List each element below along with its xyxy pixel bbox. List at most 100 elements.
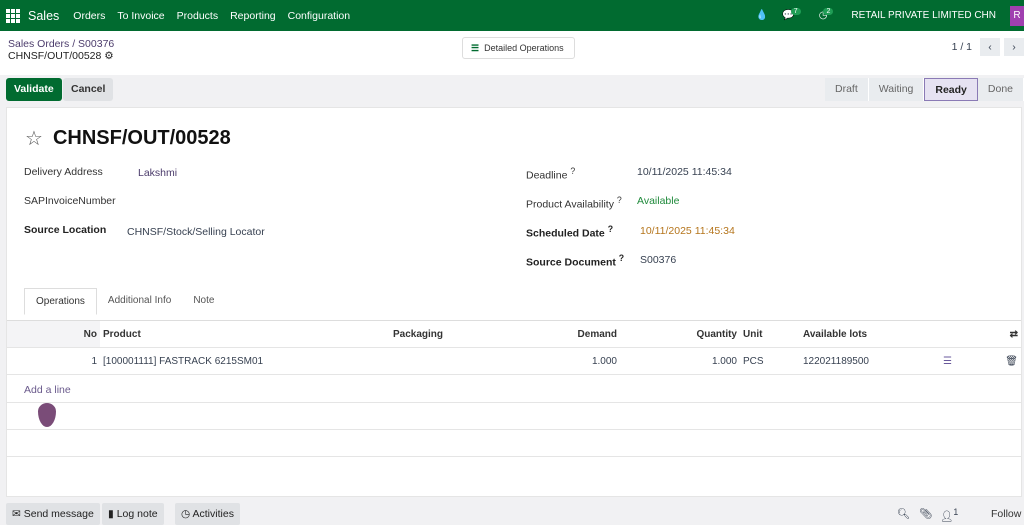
log-note-label: Log note (116, 508, 158, 520)
deadline-field[interactable]: 10/11/2025 11:45:34 (637, 166, 732, 178)
help-icon[interactable]: ? (570, 166, 575, 176)
star-icon[interactable]: ☆ (25, 126, 43, 151)
pager-next[interactable]: › (1004, 38, 1024, 56)
drop-cursor-icon (38, 403, 56, 427)
col-packaging[interactable]: Packaging (390, 320, 540, 348)
tab-note[interactable]: Note (182, 288, 225, 315)
cancel-button[interactable]: Cancel (63, 78, 114, 101)
form-sheet: ☆ CHNSF/OUT/00528 Delivery Address Lakshm… (6, 107, 1022, 497)
form-title: ☆ CHNSF/OUT/00528 (25, 126, 231, 151)
cell-lots: 122021189500 (800, 347, 940, 375)
search-icon[interactable]: 🔍︎ (897, 507, 910, 520)
cell-packaging[interactable] (390, 347, 540, 375)
col-no[interactable]: No (7, 320, 100, 348)
cell-product[interactable]: [100001111] FASTRACK 6215SM01 (100, 347, 390, 375)
clock-icon: ◷ (181, 508, 191, 520)
user-avatar[interactable]: R (1010, 5, 1024, 26)
availability-label: Product Availability ? (526, 195, 622, 211)
table-divider (7, 402, 1021, 403)
record-title: CHNSF/OUT/00528 (8, 50, 102, 62)
source-doc-label-text: Source Document (526, 256, 616, 269)
company-switcher[interactable]: RETAIL PRIVATE LIMITED CHN (851, 10, 996, 21)
table-divider (7, 429, 1021, 430)
pager: 1 / 1 ‹ › (952, 38, 1024, 56)
notebook-tabs: Operations Additional Info Note (24, 288, 225, 315)
validate-button[interactable]: Validate (6, 78, 62, 101)
source-document-field[interactable]: S00376 (640, 254, 676, 266)
operations-table: No Product Packaging Demand Quantity Uni… (7, 320, 1021, 375)
delivery-address-label: Delivery Address (24, 166, 103, 178)
breadcrumb-sales-orders[interactable]: Sales Orders (8, 38, 69, 50)
status-done[interactable]: Done (978, 78, 1024, 101)
menu-to-invoice[interactable]: To Invoice (117, 10, 164, 22)
availability-field: Available (637, 195, 680, 207)
details-list-icon[interactable]: ☰ (940, 347, 970, 375)
scheduled-date-label: Scheduled Date ? (526, 224, 613, 240)
status-ready[interactable]: Ready (924, 78, 978, 101)
breadcrumb-order[interactable]: S00376 (78, 38, 114, 50)
scheduled-label-text: Scheduled Date (526, 227, 605, 240)
followers-count: 1 (953, 507, 959, 517)
pager-prev[interactable]: ‹ (980, 38, 1000, 56)
menu-reporting[interactable]: Reporting (230, 10, 276, 22)
cell-quantity[interactable]: 1.000 (620, 347, 740, 375)
gear-icon[interactable]: ⚙ (104, 50, 113, 62)
menu-products[interactable]: Products (177, 10, 218, 22)
trash-icon[interactable]: 🗑 (970, 347, 1021, 375)
cell-no: 1 (7, 347, 100, 375)
send-message-button[interactable]: ✉ Send message (6, 503, 100, 525)
optional-columns-icon[interactable]: ⇄ (970, 320, 1021, 348)
help-icon[interactable]: ? (617, 195, 622, 205)
messages-badge: 7 (790, 8, 801, 15)
col-available-lots[interactable]: Available lots (800, 320, 940, 348)
deadline-label: Deadline ? (526, 166, 575, 182)
picking-name: CHNSF/OUT/00528 (52, 127, 231, 149)
tab-operations[interactable]: Operations (24, 288, 97, 315)
navbar: Sales Orders To Invoice Products Reporti… (0, 0, 1024, 31)
paperclip-icon[interactable]: 📎︎ (919, 507, 932, 520)
help-icon[interactable]: ? (608, 224, 613, 234)
activities-icon[interactable]: ◷2 (819, 8, 838, 21)
col-quantity[interactable]: Quantity (620, 320, 740, 348)
col-unit[interactable]: Unit (740, 320, 800, 348)
messages-icon[interactable]: 💬7 (782, 8, 804, 21)
pager-value[interactable]: 1 / 1 (952, 41, 972, 53)
status-bar: Draft Waiting Ready Done (824, 78, 1024, 101)
activities-button[interactable]: ◷ Activities (175, 503, 240, 525)
breadcrumb-separator: / (72, 38, 76, 50)
col-product[interactable]: Product (100, 320, 390, 348)
help-icon[interactable]: ? (619, 253, 624, 263)
table-row[interactable]: 1 [100001111] FASTRACK 6215SM01 1.000 1.… (7, 347, 1021, 375)
scheduled-date-field[interactable]: 10/11/2025 11:45:34 (640, 225, 735, 237)
note-icon: ▮ (108, 508, 114, 520)
col-demand[interactable]: Demand (540, 320, 620, 348)
activities-label: Activities (192, 508, 234, 520)
status-draft[interactable]: Draft (825, 78, 869, 101)
detailed-operations-button[interactable]: ☰ Detailed Operations (462, 37, 575, 59)
table-header: No Product Packaging Demand Quantity Uni… (7, 320, 1021, 348)
sap-invoice-label: SAPInvoiceNumber (24, 195, 116, 207)
delivery-address-field[interactable]: Lakshmi (138, 167, 177, 179)
followers-icon[interactable]: 👤︎1 (940, 507, 958, 523)
menu-orders[interactable]: Orders (73, 10, 105, 22)
source-document-label: Source Document ? (526, 253, 624, 269)
drop-icon[interactable]: 💧 (756, 10, 768, 21)
add-line-link[interactable]: Add a line (24, 384, 71, 396)
log-note-button[interactable]: ▮ Log note (102, 503, 164, 525)
record-name: CHNSF/OUT/00528 ⚙ (8, 50, 114, 62)
list-icon: ☰ (471, 42, 480, 53)
table-divider (7, 456, 1021, 457)
availability-label-text: Product Availability (526, 198, 614, 211)
status-waiting[interactable]: Waiting (869, 78, 925, 101)
breadcrumb: Sales Orders / S00376 (8, 38, 114, 50)
source-location-field[interactable]: CHNSF/Stock/Selling Locator (127, 226, 265, 238)
detailed-operations-label: Detailed Operations (484, 43, 564, 53)
menu-configuration[interactable]: Configuration (288, 10, 350, 22)
app-brand[interactable]: Sales (28, 9, 59, 23)
cell-unit: PCS (740, 347, 800, 375)
apps-menu-icon[interactable] (6, 8, 20, 23)
tab-additional-info[interactable]: Additional Info (97, 288, 182, 315)
envelope-icon: ✉ (12, 508, 21, 520)
follow-button[interactable]: Follow (991, 508, 1021, 520)
cell-demand[interactable]: 1.000 (540, 347, 620, 375)
